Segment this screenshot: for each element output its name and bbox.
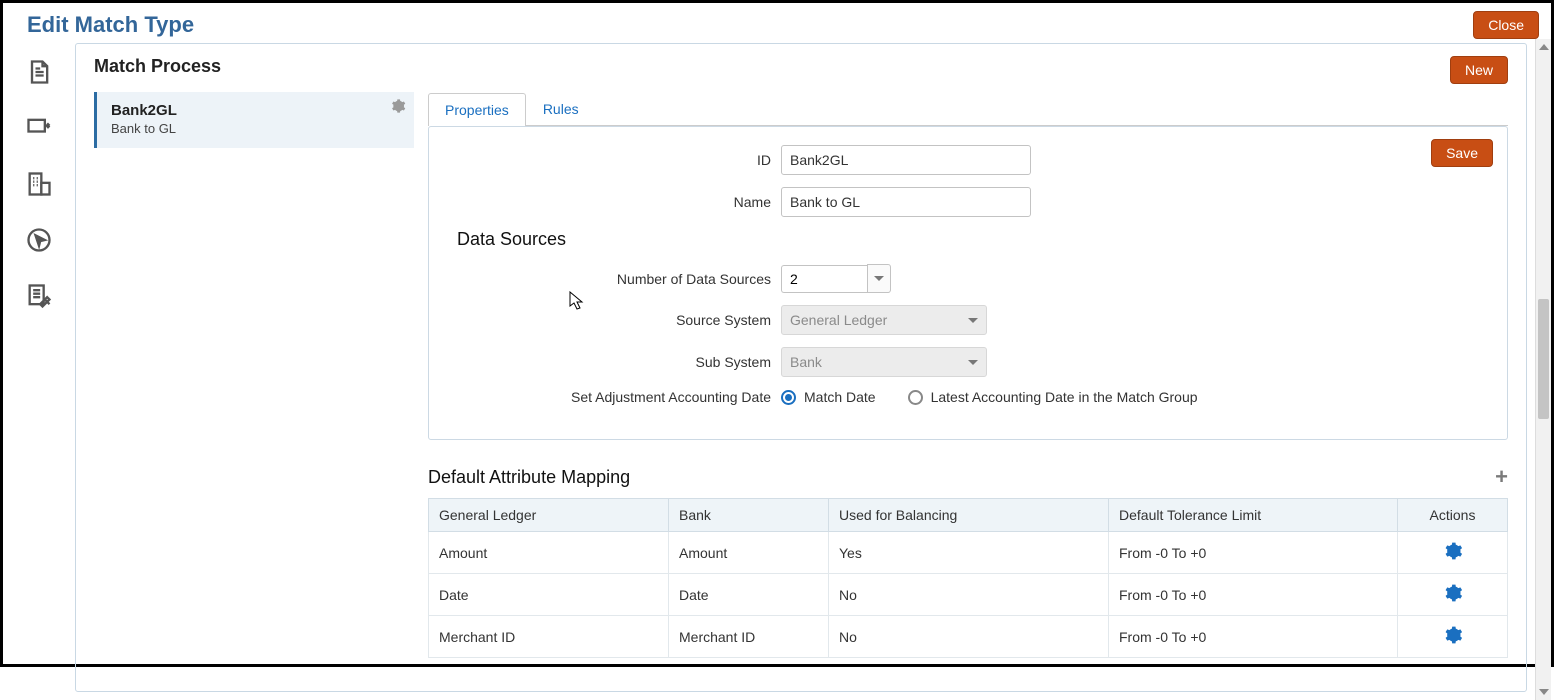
- tab-rules[interactable]: Rules: [526, 92, 596, 125]
- sub-system-select: Bank: [781, 347, 987, 377]
- sub-system-value: Bank: [790, 354, 822, 370]
- cell-bank: Merchant ID: [669, 616, 829, 658]
- table-row: DateDateNoFrom -0 To +0: [429, 574, 1508, 616]
- document-icon[interactable]: [24, 57, 54, 87]
- name-label: Name: [451, 194, 781, 210]
- properties-form: Save ID Name Data Sources Number of Data…: [428, 126, 1508, 440]
- cell-actions: [1398, 532, 1508, 574]
- mapping-title: Default Attribute Mapping: [428, 467, 630, 488]
- col-tolerance: Default Tolerance Limit: [1109, 499, 1398, 532]
- radio-match-date[interactable]: Match Date: [781, 389, 876, 405]
- cell-actions: [1398, 574, 1508, 616]
- cell-tolerance: From -0 To +0: [1109, 616, 1398, 658]
- chevron-down-icon: [968, 360, 978, 365]
- num-sources-dropdown-button[interactable]: [867, 264, 891, 293]
- col-balancing: Used for Balancing: [829, 499, 1109, 532]
- num-sources-input[interactable]: [781, 265, 867, 293]
- scroll-down-button[interactable]: [1536, 684, 1551, 700]
- process-item-title: Bank2GL: [111, 102, 400, 119]
- name-input[interactable]: [781, 187, 1031, 217]
- adj-date-label: Set Adjustment Accounting Date: [451, 389, 781, 405]
- col-gl: General Ledger: [429, 499, 669, 532]
- cursor-icon[interactable]: [24, 225, 54, 255]
- cell-bank: Date: [669, 574, 829, 616]
- left-icon-rail: [3, 39, 75, 700]
- source-system-select: General Ledger: [781, 305, 987, 335]
- col-bank: Bank: [669, 499, 829, 532]
- cell-gl: Amount: [429, 532, 669, 574]
- new-button[interactable]: New: [1450, 56, 1508, 84]
- process-list: Bank2GL Bank to GL: [94, 92, 414, 683]
- sub-system-label: Sub System: [451, 354, 781, 370]
- process-item-bank2gl[interactable]: Bank2GL Bank to GL: [94, 92, 414, 148]
- section-title: Match Process: [94, 56, 221, 77]
- row-gear-icon[interactable]: [1443, 583, 1463, 603]
- tab-bar: Properties Rules: [428, 92, 1508, 126]
- row-gear-icon[interactable]: [1443, 541, 1463, 561]
- id-label: ID: [451, 152, 781, 168]
- radio-icon: [908, 390, 923, 405]
- save-button[interactable]: Save: [1431, 139, 1493, 167]
- source-system-label: Source System: [451, 312, 781, 328]
- process-item-subtitle: Bank to GL: [111, 121, 400, 136]
- mapping-table: General Ledger Bank Used for Balancing D…: [428, 498, 1508, 658]
- radio-icon: [781, 390, 796, 405]
- cell-gl: Date: [429, 574, 669, 616]
- close-button[interactable]: Close: [1473, 11, 1539, 39]
- row-gear-icon[interactable]: [1443, 625, 1463, 645]
- table-row: AmountAmountYesFrom -0 To +0: [429, 532, 1508, 574]
- transfer-icon[interactable]: [24, 113, 54, 143]
- scroll-up-button[interactable]: [1536, 39, 1551, 55]
- num-sources-label: Number of Data Sources: [451, 271, 781, 287]
- source-system-value: General Ledger: [790, 312, 887, 328]
- cell-tolerance: From -0 To +0: [1109, 532, 1398, 574]
- cell-gl: Merchant ID: [429, 616, 669, 658]
- building-icon[interactable]: [24, 169, 54, 199]
- data-sources-heading: Data Sources: [457, 229, 1485, 250]
- gear-icon[interactable]: [390, 98, 406, 117]
- chevron-down-icon: [968, 318, 978, 323]
- chevron-down-icon: [874, 276, 884, 281]
- settings-doc-icon[interactable]: [24, 281, 54, 311]
- cell-tolerance: From -0 To +0: [1109, 574, 1398, 616]
- tab-properties[interactable]: Properties: [428, 93, 526, 126]
- cell-balancing: No: [829, 616, 1109, 658]
- page-title: Edit Match Type: [27, 12, 194, 38]
- table-row: Merchant IDMerchant IDNoFrom -0 To +0: [429, 616, 1508, 658]
- col-actions: Actions: [1398, 499, 1508, 532]
- cell-balancing: Yes: [829, 532, 1109, 574]
- vertical-scrollbar[interactable]: [1535, 39, 1551, 700]
- scroll-thumb[interactable]: [1538, 299, 1549, 419]
- cell-balancing: No: [829, 574, 1109, 616]
- radio-latest-date-label: Latest Accounting Date in the Match Grou…: [931, 389, 1198, 405]
- add-mapping-button[interactable]: +: [1495, 464, 1508, 490]
- radio-match-date-label: Match Date: [804, 389, 876, 405]
- radio-latest-date[interactable]: Latest Accounting Date in the Match Grou…: [908, 389, 1198, 405]
- cell-bank: Amount: [669, 532, 829, 574]
- id-input[interactable]: [781, 145, 1031, 175]
- cell-actions: [1398, 616, 1508, 658]
